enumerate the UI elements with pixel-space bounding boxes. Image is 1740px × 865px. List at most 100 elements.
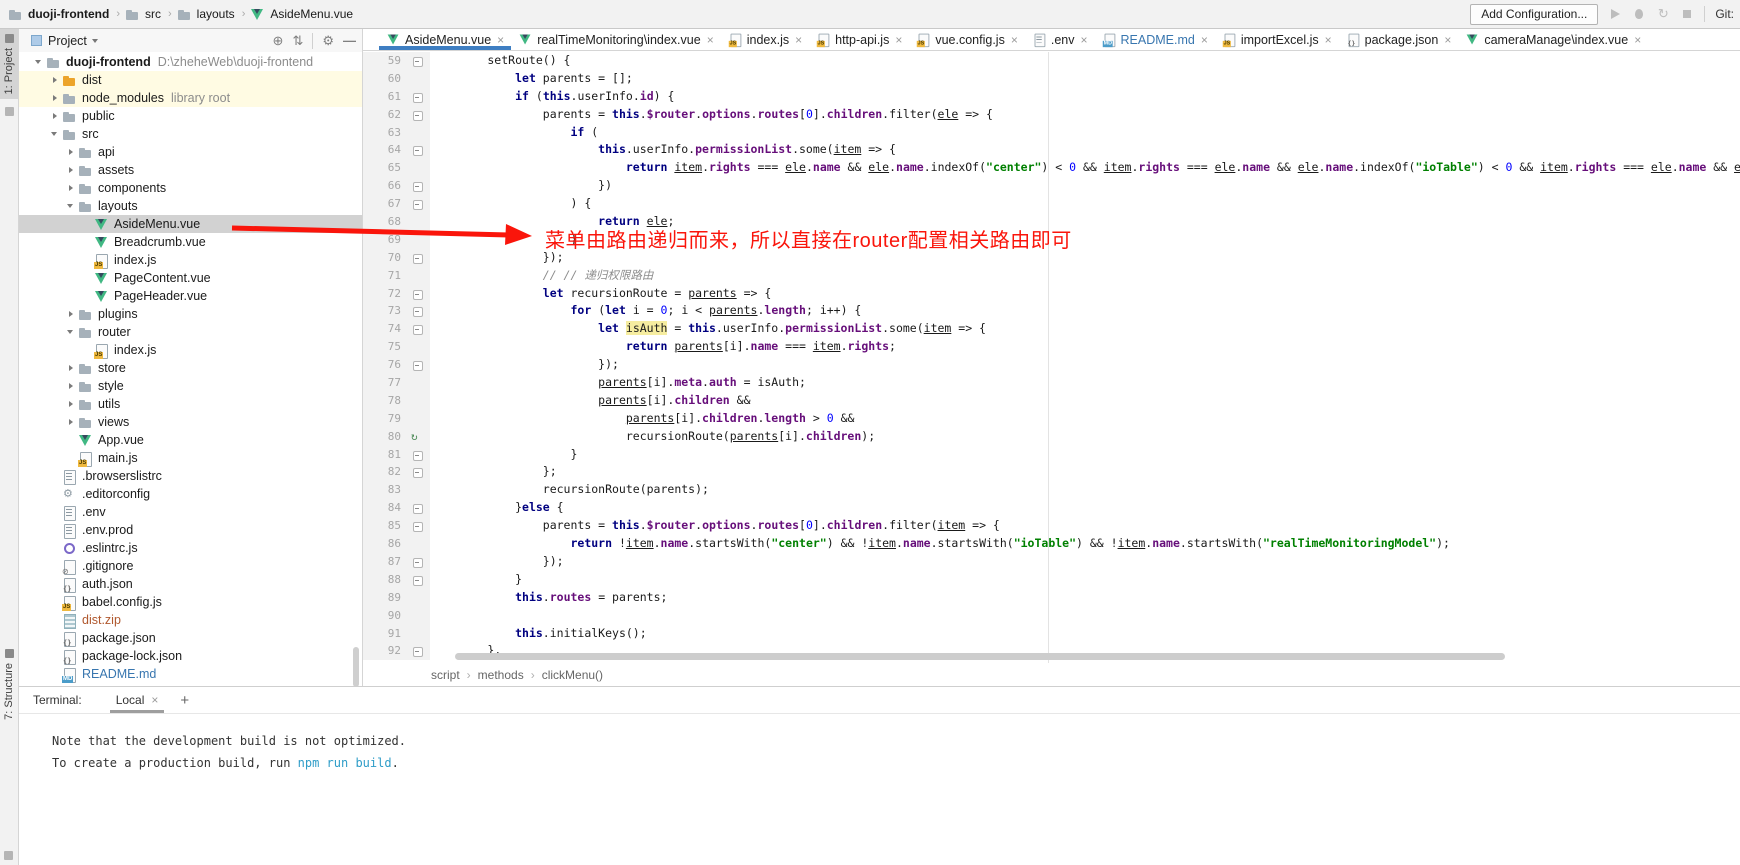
chevron-closed-icon[interactable] (49, 92, 62, 104)
tree-item-dist.zip[interactable]: dist.zip (19, 611, 362, 629)
code-line-83[interactable]: 83 recursionRoute(parents); (363, 481, 1740, 499)
fold-icon[interactable] (408, 517, 430, 535)
close-icon[interactable]: × (497, 34, 504, 46)
breadcrumb-item-src[interactable]: src (125, 7, 161, 21)
tree-item-auth.json[interactable]: auth.json (19, 575, 362, 593)
chevron-closed-icon[interactable] (49, 110, 62, 122)
close-icon[interactable]: × (1634, 34, 1641, 46)
project-view-selector[interactable]: Project (48, 34, 87, 48)
recursive-call-icon[interactable] (408, 428, 430, 446)
stop-icon[interactable] (1680, 7, 1694, 21)
fold-icon[interactable] (408, 195, 430, 213)
code-line-84[interactable]: 84 }else { (363, 499, 1740, 517)
tree-item-api[interactable]: api (19, 143, 362, 161)
chevron-closed-icon[interactable] (65, 182, 78, 194)
chevron-open-icon[interactable] (49, 128, 62, 140)
tree-item-README.md[interactable]: README.md (19, 665, 362, 683)
tree-item-assets[interactable]: assets (19, 161, 362, 179)
fold-icon[interactable] (408, 285, 430, 303)
tree-item-views[interactable]: views (19, 413, 362, 431)
code-line-63[interactable]: 63 if ( (363, 124, 1740, 142)
code-line-61[interactable]: 61 if (this.userInfo.id) { (363, 88, 1740, 106)
tree-item-babel.config.js[interactable]: babel.config.js (19, 593, 362, 611)
close-icon[interactable]: × (895, 34, 902, 46)
tree-item-.browserslistrc[interactable]: .browserslistrc (19, 467, 362, 485)
code-line-90[interactable]: 90 (363, 607, 1740, 625)
fold-icon[interactable] (408, 320, 430, 338)
code-line-91[interactable]: 91 this.initialKeys(); (363, 625, 1740, 643)
fold-icon[interactable] (408, 141, 430, 159)
tree-item-node_modules[interactable]: node_moduleslibrary root (19, 89, 362, 107)
tab-vue.config.js[interactable]: vue.config.js× (909, 29, 1025, 50)
favorites-toolwindow-icon[interactable] (5, 107, 14, 116)
tree-item-src[interactable]: src (19, 125, 362, 143)
fold-icon[interactable] (408, 302, 430, 320)
tab-cameraManage-index.vue[interactable]: cameraManage\index.vue× (1458, 29, 1648, 50)
tree-item-components[interactable]: components (19, 179, 362, 197)
close-icon[interactable]: × (1201, 34, 1208, 46)
close-icon[interactable]: × (151, 694, 158, 706)
tree-item-style[interactable]: style (19, 377, 362, 395)
run-with-coverage-icon[interactable]: ↻ (1656, 7, 1670, 21)
code-line-76[interactable]: 76 }); (363, 356, 1740, 374)
fold-icon[interactable] (408, 88, 430, 106)
tab-realTimeMonitoring-index.vue[interactable]: realTimeMonitoring\index.vue× (511, 29, 721, 50)
tree-item-index.js[interactable]: index.js (19, 341, 362, 359)
tree-item-.env.prod[interactable]: .env.prod (19, 521, 362, 539)
tree-item-PageContent.vue[interactable]: PageContent.vue (19, 269, 362, 287)
toolwindow-structure-button[interactable]: 7: Structure (0, 644, 18, 725)
tree-item-layouts[interactable]: layouts (19, 197, 362, 215)
chevron-closed-icon[interactable] (65, 416, 78, 428)
new-terminal-icon[interactable]: + (180, 692, 189, 709)
code-line-62[interactable]: 62 parents = this.$router.options.routes… (363, 106, 1740, 124)
git-menu[interactable]: Git: (1715, 7, 1734, 21)
tab-http-api.js[interactable]: http-api.js× (809, 29, 909, 50)
code-line-64[interactable]: 64 this.userInfo.permissionList.some(ite… (363, 141, 1740, 159)
collapse-all-icon[interactable]: ⇅ (292, 34, 303, 48)
add-configuration-button[interactable]: Add Configuration... (1470, 4, 1598, 25)
close-icon[interactable]: × (707, 34, 714, 46)
chevron-closed-icon[interactable] (65, 398, 78, 410)
run-icon[interactable] (1608, 7, 1622, 21)
chevron-closed-icon[interactable] (65, 380, 78, 392)
chevron-closed-icon[interactable] (65, 164, 78, 176)
tree-item-utils[interactable]: utils (19, 395, 362, 413)
chevron-open-icon[interactable] (33, 56, 46, 68)
chevron-closed-icon[interactable] (65, 146, 78, 158)
toolwindow-project-button[interactable]: 1: Project (0, 29, 18, 99)
settings-icon[interactable]: ⚙ (322, 34, 334, 48)
tab-.env[interactable]: .env× (1025, 29, 1095, 50)
code-line-60[interactable]: 60 let parents = []; (363, 70, 1740, 88)
fold-icon[interactable] (408, 553, 430, 571)
fold-icon[interactable] (408, 356, 430, 374)
fold-icon[interactable] (408, 106, 430, 124)
fold-icon[interactable] (408, 463, 430, 481)
breadcrumb-item-duoji-frontend[interactable]: duoji-frontend (8, 7, 109, 21)
code-line-80[interactable]: 80 recursionRoute(parents[i].children); (363, 428, 1740, 446)
tree-item-dist[interactable]: dist (19, 71, 362, 89)
tab-AsideMenu.vue[interactable]: AsideMenu.vue× (379, 29, 511, 50)
close-icon[interactable]: × (1444, 34, 1451, 46)
code-line-74[interactable]: 74 let isAuth = this.userInfo.permission… (363, 320, 1740, 338)
tab-importExcel.js[interactable]: importExcel.js× (1215, 29, 1339, 50)
fold-icon[interactable] (408, 177, 430, 195)
close-icon[interactable]: × (1011, 34, 1018, 46)
close-icon[interactable]: × (1080, 34, 1087, 46)
tree-item-PageHeader.vue[interactable]: PageHeader.vue (19, 287, 362, 305)
chevron-open-icon[interactable] (65, 326, 78, 338)
close-icon[interactable]: × (1325, 34, 1332, 46)
fold-icon[interactable] (408, 499, 430, 517)
tree-item-AsideMenu.vue[interactable]: AsideMenu.vue (19, 215, 362, 233)
tree-item-index.js[interactable]: index.js (19, 251, 362, 269)
editor-breadcrumb-item-script[interactable]: script (431, 668, 460, 682)
project-scrollbar[interactable] (353, 647, 359, 686)
breadcrumb-item-AsideMenu.vue[interactable]: AsideMenu.vue (250, 7, 353, 21)
tree-item-.editorconfig[interactable]: .editorconfig (19, 485, 362, 503)
tree-item-plugins[interactable]: plugins (19, 305, 362, 323)
tree-item-.eslintrc.js[interactable]: .eslintrc.js (19, 539, 362, 557)
code-line-88[interactable]: 88 } (363, 571, 1740, 589)
fold-icon[interactable] (408, 446, 430, 464)
fold-icon[interactable] (408, 249, 430, 267)
code-editor[interactable]: 59 setRoute() {60 let parents = [];61 if… (363, 52, 1740, 663)
code-line-86[interactable]: 86 return !item.name.startsWith("center"… (363, 535, 1740, 553)
